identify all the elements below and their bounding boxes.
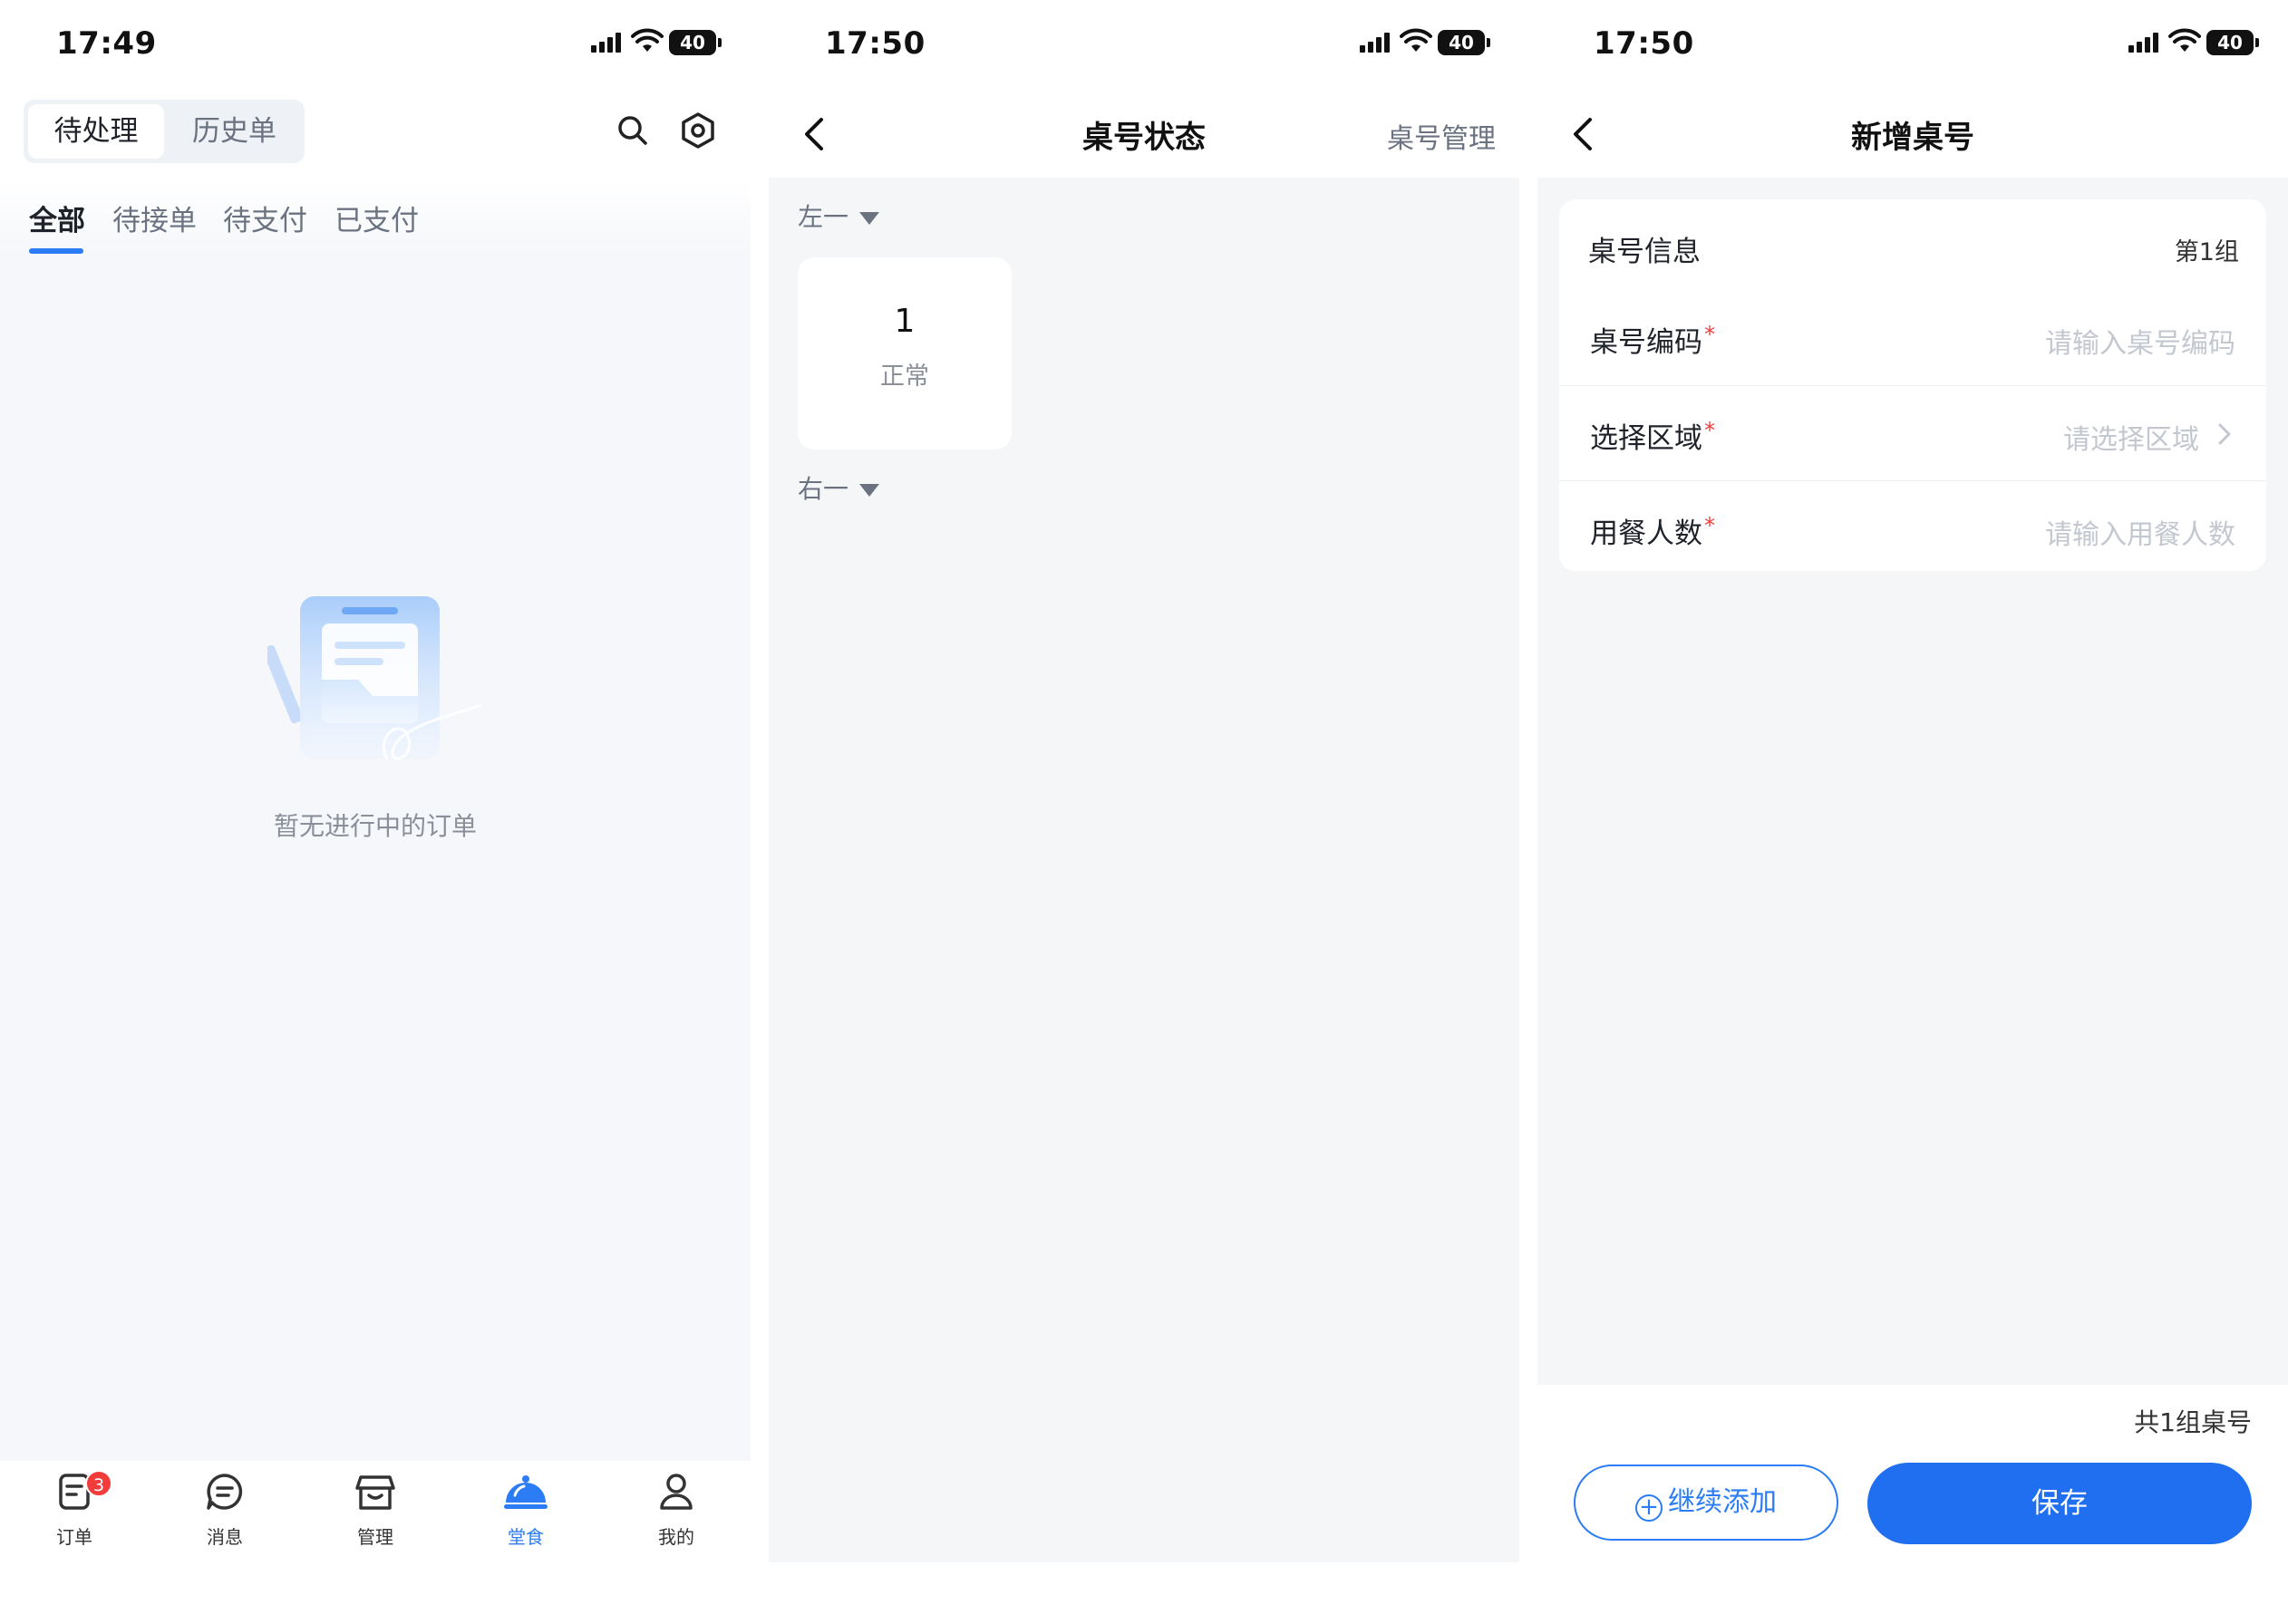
save-button[interactable]: 保存 [1867,1463,2252,1544]
status-time: 17:50 [825,25,926,62]
table-status-screen: 17:50 40 桌号状态 桌号管理 左一 1 正常 右一 [769,0,1519,1624]
add-table-form-area: 桌号信息 第1组 桌号编码* 请输入桌号编码 选择区域* 请选择区域 用餐人数*… [1537,178,2288,1385]
nav-manage-label: 管理 [357,1526,393,1548]
battery-indicator: 40 [2206,30,2259,55]
status-bar: 17:50 40 [769,0,1519,91]
nav-messages-label: 消息 [207,1526,243,1548]
table-code-field[interactable]: 桌号编码* 请输入桌号编码 [1559,290,2266,385]
nav-profile-label: 我的 [658,1526,694,1548]
segment-pending[interactable]: 待处理 [28,104,164,159]
required-marker: * [1704,321,1715,347]
order-segment-control: 待处理 历史单 [24,100,305,163]
table-card[interactable]: 1 正常 [798,257,1012,450]
status-bar: 17:49 40 [0,0,751,91]
table-group-count: 共1组桌号 [2134,1407,2252,1437]
cloche-icon [504,1475,548,1509]
navigation-bar: 新增桌号 [1537,91,2288,178]
tab-awaiting-payment[interactable]: 待支付 [223,198,307,238]
store-icon [355,1475,395,1510]
message-icon [207,1474,243,1510]
tab-paid[interactable]: 已支付 [334,198,419,238]
status-time: 17:50 [1594,25,1694,62]
area-select[interactable]: 请选择区域 [2063,417,2199,457]
status-bar: 17:50 40 [1537,0,2288,91]
table-info-card: 桌号信息 第1组 桌号编码* 请输入桌号编码 选择区域* 请选择区域 用餐人数*… [1559,199,2266,571]
cellular-signal-icon [2128,33,2163,53]
table-status: 正常 [880,362,929,391]
user-icon [660,1474,693,1510]
required-marker: * [1704,512,1715,538]
caret-down-icon [859,484,880,497]
diners-count-field[interactable]: 用餐人数* 请输入用餐人数 [1559,480,2266,571]
table-code-input[interactable]: 请输入桌号编码 [2045,321,2235,361]
segment-history[interactable]: 历史单 [169,104,300,159]
cellular-signal-icon [591,33,625,53]
cellular-signal-icon [1360,33,1394,53]
page-title: 新增桌号 [1851,120,1974,156]
group-name: 左一 [798,202,849,232]
group-name: 右一 [798,474,849,504]
wifi-icon [631,28,664,52]
order-filter-tabs: 全部 待接单 待支付 已支付 [0,181,751,254]
order-list-area: 暂无进行中的订单 [0,254,751,1461]
tab-all[interactable]: 全部 [29,198,85,238]
group-header-right[interactable]: 右一 [798,469,880,506]
battery-indicator: 40 [1438,30,1490,55]
group-header-left[interactable]: 左一 [798,198,880,234]
battery-indicator: 40 [669,30,722,55]
section-title: 桌号信息 [1588,236,1701,268]
orders-screen: 17:49 40 待处理 历史单 全部 待接单 待支付 已支付 暂无进行中的订单… [0,0,751,1624]
search-icon[interactable] [615,112,651,149]
diners-count-input[interactable]: 请输入用餐人数 [2045,512,2235,552]
empty-state-text: 暂无进行中的订单 [273,811,477,841]
chevron-right-icon [2218,423,2231,445]
nav-dine-in[interactable]: 堂食 [471,1470,580,1549]
table-manage-link[interactable]: 桌号管理 [1387,116,1496,156]
empty-orders-illustration-icon [267,596,482,760]
status-time: 17:49 [56,25,157,62]
continue-add-button[interactable]: + 继续添加 [1574,1464,1838,1541]
table-info-header: 桌号信息 第1组 [1559,199,2266,290]
bottom-tab-bar: 3 订单 消息 管理 堂食 我的 [0,1461,751,1624]
table-number: 1 [894,303,916,340]
field-label: 选择区域* [1590,417,1715,455]
table-status-area: 左一 1 正常 右一 [769,178,1519,1562]
nav-profile[interactable]: 我的 [622,1470,731,1549]
nav-manage[interactable]: 管理 [321,1470,430,1549]
field-label: 用餐人数* [1590,512,1715,550]
wifi-icon [2168,28,2201,52]
section-group-label: 第1组 [2174,238,2239,266]
wifi-icon [1400,28,1432,52]
required-marker: * [1704,417,1715,443]
area-select-field[interactable]: 选择区域* 请选择区域 [1559,385,2266,480]
add-table-screen: 17:50 40 新增桌号 桌号信息 第1组 桌号编码* 请输入桌号编码 选择区… [1537,0,2288,1624]
nav-messages[interactable]: 消息 [170,1470,279,1549]
nav-orders[interactable]: 3 订单 [20,1470,129,1549]
tab-awaiting-accept[interactable]: 待接单 [112,198,197,238]
navigation-bar: 桌号状态 桌号管理 [769,91,1519,178]
nav-dine-in-label: 堂食 [508,1526,544,1548]
nav-orders-label: 订单 [56,1526,92,1548]
order-count-badge: 3 [85,1470,112,1497]
continue-add-label: 继续添加 [1668,1486,1777,1518]
form-footer: 共1组桌号 + 继续添加 保存 [1537,1385,2288,1624]
field-label: 桌号编码* [1590,321,1715,359]
caret-down-icon [859,212,880,225]
settings-icon[interactable] [678,111,718,150]
plus-circle-icon: + [1635,1494,1663,1522]
